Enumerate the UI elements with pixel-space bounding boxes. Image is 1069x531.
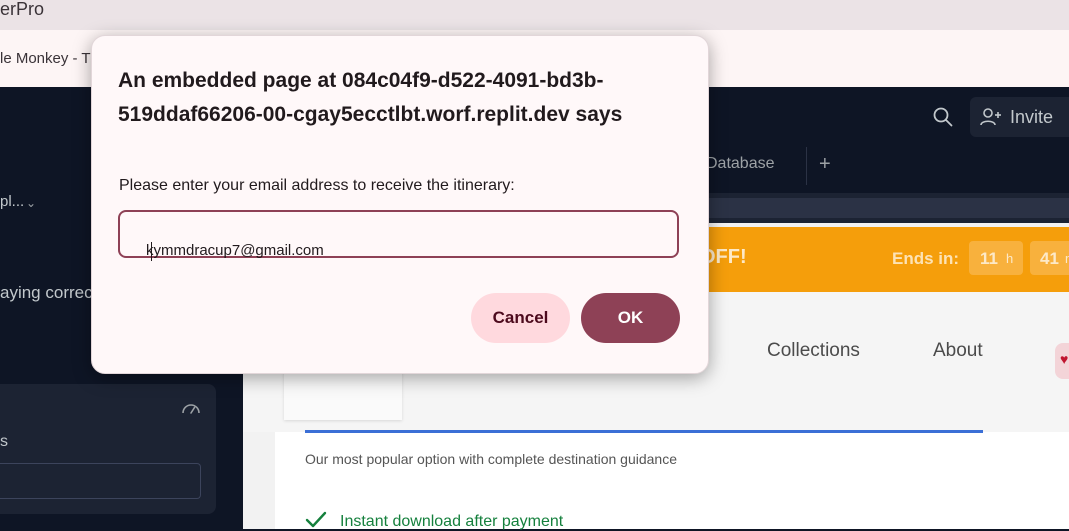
ends-in-label: Ends in:	[892, 249, 960, 268]
cart-badge[interactable]: ♥	[1055, 343, 1069, 379]
cancel-button[interactable]: Cancel	[471, 293, 570, 343]
nav-about[interactable]: About	[933, 340, 983, 362]
window-title: erPro	[0, 0, 45, 19]
left-select[interactable]: pl...	[0, 193, 24, 210]
plan-description: Our most popular option with complete de…	[305, 451, 677, 467]
left-panel-text: aying correct	[0, 283, 98, 302]
email-input-value: kymmdracup7@gmail.com	[146, 242, 324, 259]
tab-database[interactable]: Database	[706, 155, 775, 173]
browser-tab[interactable]: le Monkey - T	[0, 50, 91, 67]
chevron-down-icon: ⌄	[26, 196, 37, 210]
search-icon[interactable]	[932, 106, 954, 128]
add-tab-button[interactable]: +	[819, 153, 831, 176]
add-user-icon	[980, 108, 1001, 126]
tab-divider	[806, 147, 807, 185]
ok-button[interactable]: OK	[581, 293, 680, 343]
window-title-bar: erPro	[0, 0, 1069, 30]
gauge-icon[interactable]	[181, 400, 201, 416]
feature-item: Instant download after payment	[340, 513, 564, 530]
dialog-title: An embedded page at 084c04f9-d522-4091-b…	[118, 69, 623, 126]
left-panel-input[interactable]	[0, 463, 201, 499]
nav-collections[interactable]: Collections	[767, 340, 860, 362]
dialog-message: Please enter your email address to recei…	[119, 177, 515, 194]
webview-url-field[interactable]	[700, 198, 1069, 218]
email-input[interactable]: kymmdracup7@gmail.com	[118, 210, 679, 261]
timer-hours: 11 h	[969, 241, 1023, 275]
check-icon	[305, 511, 327, 528]
timer-minutes: 41 m	[1030, 241, 1069, 275]
left-panel-label: s	[0, 433, 8, 450]
badge-icon: ♥	[1060, 351, 1069, 367]
text-caret	[151, 242, 152, 261]
invite-label: Invite	[1010, 107, 1054, 127]
plan-card-accent	[305, 430, 983, 433]
invite-button[interactable]: Invite	[970, 97, 1069, 137]
